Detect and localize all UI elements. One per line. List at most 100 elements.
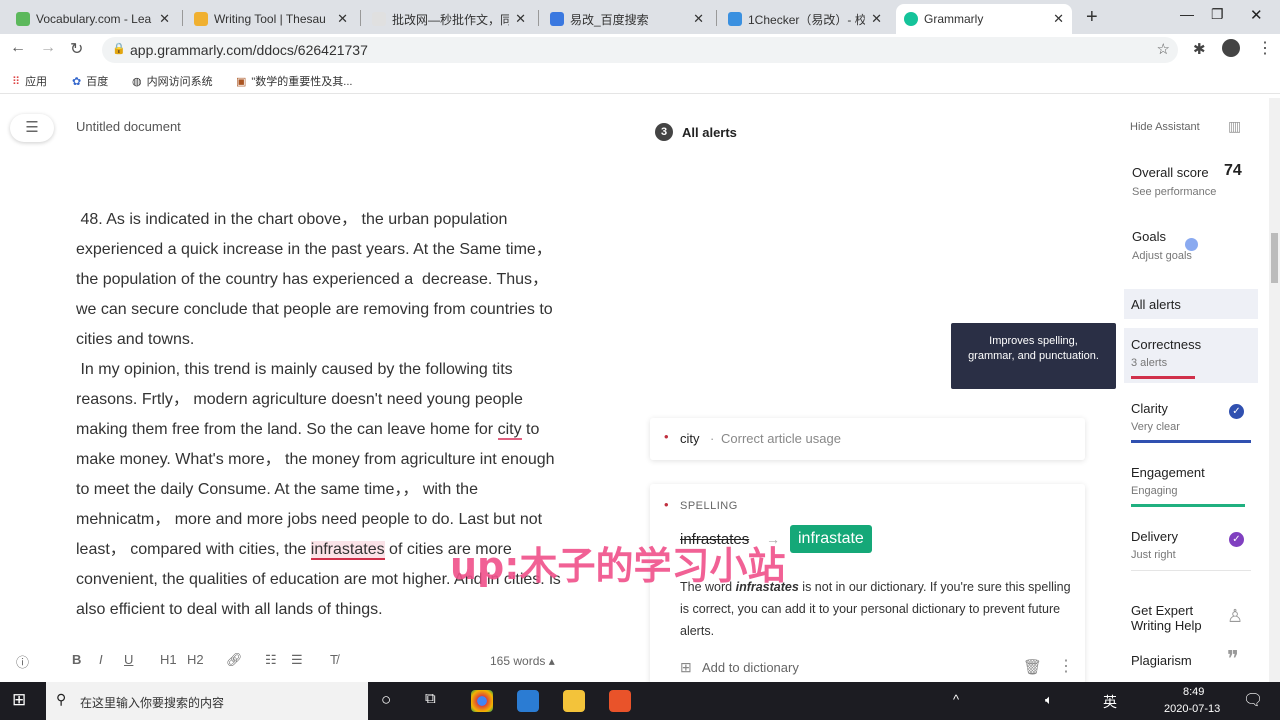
restore-button[interactable]: ❐ bbox=[1211, 6, 1224, 23]
alerts-header: All alerts bbox=[682, 125, 737, 140]
numbered-list-icon[interactable]: ☷ bbox=[265, 652, 277, 668]
browser-tab[interactable]: 批改网—秒批作文，同 ✕ bbox=[364, 4, 534, 34]
heading1-button[interactable]: H1 bbox=[160, 652, 177, 667]
sidebar-item-correctness[interactable]: Correctness 3 alerts bbox=[1131, 337, 1201, 369]
clock-date[interactable]: 2020-07-13 bbox=[1164, 703, 1220, 715]
bookmark-apps[interactable]: ⠿ 应用 bbox=[12, 73, 47, 89]
tab-separator bbox=[538, 10, 539, 26]
close-tab-icon[interactable]: ✕ bbox=[515, 11, 526, 27]
alert-dot: • bbox=[664, 429, 669, 444]
taskbar-search[interactable]: ⚲ 在这里输入你要搜索的内容 bbox=[46, 682, 368, 720]
document-line: the population of the country has experi… bbox=[76, 270, 548, 290]
clear-format-icon[interactable]: T̸ bbox=[330, 652, 338, 667]
powerpoint-icon[interactable] bbox=[609, 690, 631, 712]
reload-icon[interactable]: ↻ bbox=[70, 39, 83, 59]
tray-chevron-icon[interactable]: ^ bbox=[953, 692, 959, 707]
divider bbox=[1131, 570, 1251, 571]
file-explorer-icon[interactable] bbox=[563, 690, 585, 712]
document-menu-button[interactable]: ☰ bbox=[10, 114, 54, 142]
bookmark-label: 应用 bbox=[25, 76, 48, 88]
italic-button[interactable]: I bbox=[99, 652, 103, 667]
text-segment: making them free from the land. So the c… bbox=[76, 421, 498, 438]
category-name: Engagement bbox=[1131, 465, 1205, 480]
close-tab-icon[interactable]: ✕ bbox=[159, 11, 170, 27]
document-title[interactable]: Untitled document bbox=[76, 119, 181, 134]
underline-button[interactable]: U bbox=[124, 652, 133, 667]
url-input[interactable]: 🔒 app.grammarly.com/ddocs/626421737 ☆ bbox=[102, 37, 1178, 63]
favicon-icon bbox=[194, 12, 208, 26]
sidebar-item-delivery[interactable]: Delivery Just right bbox=[1131, 529, 1178, 561]
bullet-list-icon[interactable]: ☰ bbox=[291, 652, 303, 668]
clock-time[interactable]: 8:49 bbox=[1183, 686, 1204, 698]
close-window-button[interactable]: ✕ bbox=[1250, 6, 1263, 24]
star-icon[interactable]: ☆ bbox=[1157, 40, 1170, 58]
bold-button[interactable]: B bbox=[72, 652, 81, 667]
tab-label: Vocabulary.com - Lea bbox=[36, 12, 152, 26]
volume-icon[interactable]: 🔈︎ bbox=[1045, 692, 1053, 708]
apps-icon: ⠿ bbox=[12, 75, 21, 88]
browser-tab[interactable]: Vocabulary.com - Lea ✕ bbox=[8, 4, 178, 34]
cortana-icon[interactable]: ○ bbox=[381, 690, 391, 710]
profile-icon[interactable] bbox=[1222, 39, 1240, 57]
windows-start-icon[interactable]: ⊞ bbox=[12, 690, 26, 710]
underlined-error[interactable]: city bbox=[497, 421, 522, 440]
category-name: Clarity bbox=[1131, 401, 1168, 416]
new-tab-button[interactable]: + bbox=[1086, 6, 1098, 29]
bookmarks-bar: ⠿ 应用 ✿ 百度 ◍ 内网访问系统 ▣ "数学的重要性及其... bbox=[0, 66, 1280, 94]
close-tab-icon[interactable]: ✕ bbox=[871, 11, 882, 27]
scrollbar[interactable] bbox=[1269, 98, 1280, 682]
see-performance-link[interactable]: See performance bbox=[1132, 186, 1216, 198]
check-icon: ✓ bbox=[1229, 404, 1244, 419]
plagiarism-button[interactable]: Plagiarism bbox=[1131, 653, 1192, 668]
browser-tab[interactable]: 易改_百度搜索 ✕ bbox=[542, 4, 712, 34]
add-to-dictionary-button[interactable]: Add to dictionary bbox=[702, 660, 799, 675]
help-icon[interactable]: ⓘ bbox=[16, 652, 29, 671]
close-tab-icon[interactable]: ✕ bbox=[337, 11, 348, 27]
alert-card-city[interactable]: • city · Correct article usage bbox=[650, 418, 1085, 460]
bookmark-intranet[interactable]: ◍ 内网访问系统 bbox=[132, 73, 213, 89]
document-line: cities and towns. bbox=[76, 330, 194, 350]
alert-description: Correct article usage bbox=[721, 431, 841, 446]
sidebar-item-engagement[interactable]: Engagement Engaging bbox=[1131, 465, 1205, 497]
sidebar-item-clarity[interactable]: Clarity Very clear bbox=[1131, 401, 1180, 433]
category-name: Delivery bbox=[1131, 529, 1178, 544]
heading2-button[interactable]: H2 bbox=[187, 652, 204, 667]
alert-count-badge: 3 bbox=[655, 123, 673, 141]
app-icon[interactable] bbox=[517, 690, 539, 712]
suggestion-button[interactable]: infrastate bbox=[790, 525, 872, 553]
chrome-icon[interactable] bbox=[471, 690, 493, 712]
expert-help-button[interactable]: Get Expert Writing Help bbox=[1131, 603, 1221, 633]
minimize-button[interactable]: — bbox=[1180, 6, 1194, 22]
menu-icon[interactable]: ⋮ bbox=[1257, 38, 1273, 58]
text-segment: the population of the country has experi… bbox=[76, 271, 549, 288]
trash-icon[interactable]: 🗑︎ bbox=[1023, 658, 1042, 676]
link-icon[interactable]: 🔗︎ bbox=[226, 652, 243, 668]
highlighted-error[interactable]: infrastates bbox=[310, 541, 385, 560]
tab-label: 易改_百度搜索 bbox=[570, 12, 649, 27]
globe-icon: ◍ bbox=[132, 75, 142, 88]
more-icon[interactable]: ⋮ bbox=[1058, 656, 1074, 676]
browser-tab[interactable]: 1Checker（易改）- 校 ✕ bbox=[720, 4, 890, 34]
bookmark-baidu[interactable]: ✿ 百度 bbox=[72, 73, 108, 89]
notifications-icon[interactable]: 🗨︎ bbox=[1243, 690, 1263, 710]
category-progress-bar bbox=[1131, 376, 1195, 379]
adjust-goals-link[interactable]: Adjust goals bbox=[1132, 250, 1192, 262]
ime-indicator[interactable]: 英 bbox=[1103, 692, 1117, 712]
close-tab-icon[interactable]: ✕ bbox=[693, 11, 704, 27]
word-count[interactable]: 165 words ▴ bbox=[490, 654, 555, 668]
extensions-icon[interactable]: ✱ bbox=[1193, 40, 1206, 58]
bookmark-math[interactable]: ▣ "数学的重要性及其... bbox=[236, 73, 352, 89]
forward-icon[interactable]: → bbox=[40, 39, 56, 57]
goals-button[interactable]: Goals bbox=[1132, 229, 1166, 244]
category-status: Engaging bbox=[1131, 485, 1178, 497]
browser-tab[interactable]: Writing Tool | Thesau ✕ bbox=[186, 4, 356, 34]
back-icon[interactable]: ← bbox=[10, 39, 26, 57]
task-view-icon[interactable]: ⧉ bbox=[425, 690, 436, 707]
sidebar-item-all-alerts[interactable]: All alerts bbox=[1124, 289, 1258, 319]
panel-icon[interactable]: ▥ bbox=[1228, 118, 1241, 135]
tab-separator bbox=[716, 10, 717, 26]
hide-assistant-button[interactable]: Hide Assistant bbox=[1130, 121, 1200, 133]
text-segment: least， compared with cities, the bbox=[76, 541, 311, 558]
close-tab-icon[interactable]: ✕ bbox=[1053, 11, 1064, 27]
browser-tab[interactable]: Grammarly ✕ bbox=[896, 4, 1072, 34]
